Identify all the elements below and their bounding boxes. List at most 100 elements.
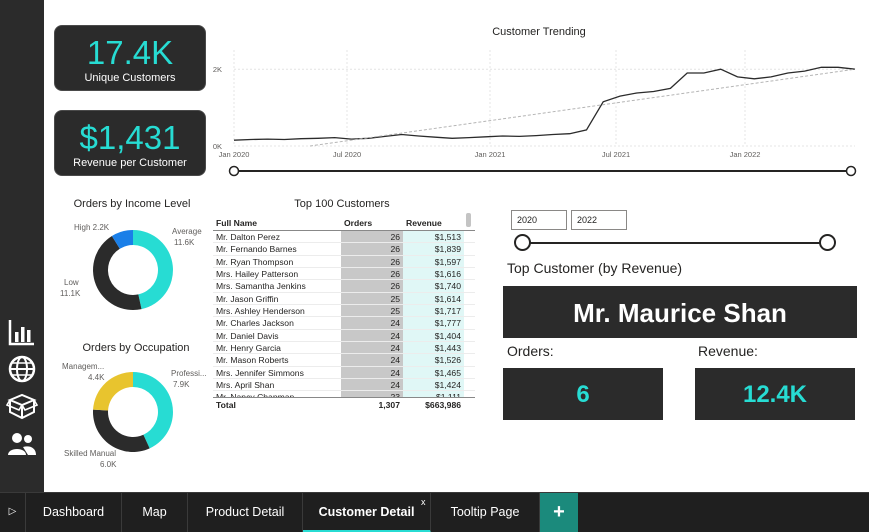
slicer-handle-end[interactable]: [819, 234, 836, 251]
tab-map[interactable]: Map: [122, 493, 188, 532]
cell-orders: 26: [341, 243, 403, 255]
cell-name: Mrs. April Shan: [216, 380, 275, 391]
trend-line: [309, 68, 856, 147]
users-icon[interactable]: [6, 428, 38, 460]
cell-revenue: $1,839: [403, 243, 464, 255]
scrollbar-handle-start: [228, 165, 240, 177]
col-header-name[interactable]: Full Name: [213, 218, 341, 228]
total-label: Total: [216, 400, 236, 410]
donut-value-management: 4.4K: [88, 373, 105, 382]
cell-name: Mrs. Hailey Patterson: [216, 269, 299, 280]
x-tick-label: Jan 2021: [475, 150, 506, 159]
series-line: [233, 66, 856, 141]
slicer-handle-start[interactable]: [514, 234, 531, 251]
table-row[interactable]: Mrs. Jennifer Simmons 24 $1,465: [213, 366, 475, 380]
table-total-row: Total 1,307 $663,986: [213, 397, 475, 411]
donut-slice[interactable]: [133, 230, 173, 310]
tab-customer-detail[interactable]: Customer Detail: [303, 493, 431, 532]
slicer-from-input[interactable]: 2020: [511, 210, 567, 230]
cell-name: Mr. Ryan Thompson: [216, 256, 294, 267]
table-row[interactable]: Mr. Jason Griffin 25 $1,614: [213, 292, 475, 306]
col-header-orders[interactable]: Orders: [341, 218, 403, 228]
cell-orders: 26: [341, 268, 403, 280]
cell-revenue: $1,465: [403, 366, 464, 379]
cell-orders: 24: [341, 329, 403, 342]
table-row[interactable]: Mrs. Hailey Patterson 26 $1,616: [213, 268, 475, 281]
orders-card-value: 6: [503, 368, 663, 420]
top-customer-title: Top Customer (by Revenue): [507, 260, 683, 276]
cell-name: Mr. Henry Garcia: [216, 343, 281, 354]
cell-name: Mrs. Ashley Henderson: [216, 306, 305, 317]
kpi-label: Unique Customers: [84, 72, 176, 84]
slicer-to-input[interactable]: 2022: [571, 210, 627, 230]
table-row[interactable]: Mr. Fernando Barnes 26 $1,839: [213, 243, 475, 256]
top-customers-table[interactable]: Full Name Orders Revenue Mr. Dalton Pere…: [213, 211, 475, 411]
donut-label-skilled: Skilled Manual: [64, 449, 117, 458]
customer-trend-chart[interactable]: Jan 2020 Jul 2020 Jan 2021 Jul 2021 Jan 2022…: [200, 40, 865, 180]
cell-name: Mr. Dalton Perez: [216, 232, 280, 242]
cell-revenue: $1,513: [403, 231, 464, 243]
cell-revenue: $1,740: [403, 280, 464, 292]
x-tick-label: Jul 2021: [602, 150, 630, 159]
revenue-card-value: 12.4K: [695, 368, 855, 420]
table-row[interactable]: Mrs. Ashley Henderson 25 $1,717: [213, 305, 475, 318]
donut-label-professional: Professi...: [171, 369, 207, 378]
tab-dashboard[interactable]: Dashboard: [26, 493, 122, 532]
total-revenue: $663,986: [425, 400, 461, 410]
x-tick-label: Jan 2022: [730, 150, 761, 159]
cell-revenue: $1,424: [403, 379, 464, 391]
add-page-button[interactable]: +: [540, 493, 578, 532]
cell-revenue: $1,616: [403, 268, 464, 280]
tab-product-detail[interactable]: Product Detail: [188, 493, 303, 532]
y-tick-label: 0K: [213, 142, 222, 151]
donut-label-high: High 2.2K: [74, 223, 110, 232]
tab-close-icon[interactable]: x: [421, 497, 426, 507]
nav-rail: [0, 0, 44, 492]
cell-revenue: $1,404: [403, 329, 464, 342]
cell-name: Mrs. Samantha Jenkins: [216, 281, 306, 292]
cell-orders: 25: [341, 305, 403, 317]
trend-chart-title: Customer Trending: [492, 26, 586, 38]
cell-orders: 24: [341, 317, 403, 329]
table-row[interactable]: Mr. Henry Garcia 24 $1,443: [213, 342, 475, 355]
cell-orders: 26: [341, 231, 403, 243]
cell-revenue: $1,526: [403, 354, 464, 366]
table-row[interactable]: Mr. Charles Jackson 24 $1,777: [213, 317, 475, 330]
table-row[interactable]: Mrs. Samantha Jenkins 26 $1,740: [213, 280, 475, 293]
box-icon[interactable]: [6, 390, 38, 422]
revenue-label: Revenue:: [698, 343, 758, 359]
table-row[interactable]: Mr. Dalton Perez 26 $1,513: [213, 231, 475, 244]
donut-value-average: 11.6K: [174, 238, 195, 247]
tab-tooltip-page[interactable]: Tooltip Page: [431, 493, 540, 532]
page-tab-bar: ▷ Dashboard Map Product Detail Customer …: [0, 492, 869, 532]
scrollbar-handle-end: [845, 165, 857, 177]
cell-name: Mr. Mason Roberts: [216, 355, 289, 366]
globe-icon[interactable]: [6, 353, 38, 385]
cell-revenue: $1,597: [403, 255, 464, 268]
slicer-track[interactable]: [522, 242, 828, 244]
tab-scroll-arrow[interactable]: ▷: [0, 493, 26, 532]
cell-name: Mr. Charles Jackson: [216, 318, 294, 329]
donut-slice[interactable]: [93, 236, 142, 310]
donut-label-management: Managem...: [62, 362, 105, 371]
kpi-card-unique-customers[interactable]: 17.4K Unique Customers: [54, 25, 206, 91]
table-body: Mr. Dalton Perez 26 $1,513 Mr. Fernando Bar…: [213, 231, 475, 404]
kpi-value: 17.4K: [86, 34, 174, 71]
donut-slice[interactable]: [92, 409, 150, 452]
bar-chart-icon[interactable]: [6, 316, 38, 348]
table-row[interactable]: Mr. Ryan Thompson 26 $1,597: [213, 255, 475, 269]
table-row[interactable]: Mr. Mason Roberts 24 $1,526: [213, 354, 475, 367]
cell-name: Mrs. Jennifer Simmons: [216, 367, 304, 378]
donut-value-skilled: 6.0K: [100, 460, 117, 469]
table-scrollbar[interactable]: [466, 213, 471, 227]
occupation-donut-title: Orders by Occupation: [82, 342, 190, 354]
col-header-revenue[interactable]: Revenue: [403, 218, 464, 228]
cell-name: Mr. Daniel Davis: [216, 330, 279, 341]
donut-label-average: Average: [172, 227, 202, 237]
income-level-donut[interactable]: [88, 225, 178, 315]
cell-revenue: $1,777: [403, 317, 464, 329]
y-tick-label: 2K: [213, 65, 222, 74]
kpi-card-revenue-per-customer[interactable]: $1,431 Revenue per Customer: [54, 110, 206, 176]
table-row[interactable]: Mr. Daniel Davis 24 $1,404: [213, 329, 475, 343]
table-row[interactable]: Mrs. April Shan 24 $1,424: [213, 379, 475, 392]
